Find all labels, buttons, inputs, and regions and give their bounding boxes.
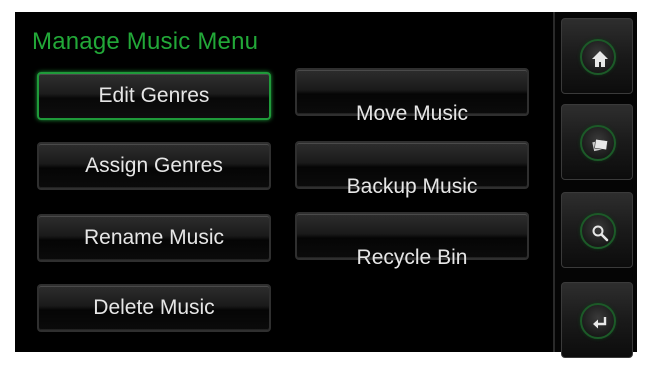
rename-music-button[interactable]: Rename Music <box>37 214 271 262</box>
recycle-bin-button[interactable]: Recycle Bin <box>295 212 529 269</box>
home-button[interactable] <box>561 18 633 94</box>
move-music-label: Move Music <box>355 102 469 125</box>
rename-music-label: Rename Music <box>83 226 225 249</box>
delete-music-button[interactable]: Delete Music <box>37 284 271 332</box>
photos-button[interactable] <box>561 104 633 180</box>
assign-genres-label: Assign Genres <box>85 154 223 177</box>
edit-genres-button[interactable]: Edit Genres <box>37 72 271 120</box>
search-button[interactable] <box>561 192 633 268</box>
delete-music-label: Delete Music <box>93 296 215 319</box>
page-title: Manage Music Menu <box>32 28 259 55</box>
recycle-bin-label: Recycle Bin <box>356 246 468 269</box>
manage-music-panel: Manage Music Menu Edit Genres Assign Gen… <box>15 12 553 352</box>
backup-music-label: Backup Music <box>346 175 478 198</box>
back-button[interactable] <box>561 282 633 358</box>
move-music-button[interactable]: Move Music <box>295 68 529 125</box>
search-glyph <box>592 225 609 242</box>
assign-genres-button[interactable]: Assign Genres <box>37 142 271 190</box>
backup-music-button[interactable]: Backup Music <box>295 141 529 198</box>
music-screen: Manage Music Menu Edit Genres Assign Gen… <box>15 12 637 358</box>
photos-glyph <box>592 138 608 152</box>
photos-icon <box>580 125 616 161</box>
edit-genres-label: Edit Genres <box>98 84 210 107</box>
home-icon <box>580 39 616 75</box>
home-glyph <box>592 51 608 67</box>
sidebar-divider <box>553 12 555 352</box>
search-icon <box>580 213 616 249</box>
back-icon <box>580 303 616 339</box>
back-glyph <box>593 317 607 329</box>
